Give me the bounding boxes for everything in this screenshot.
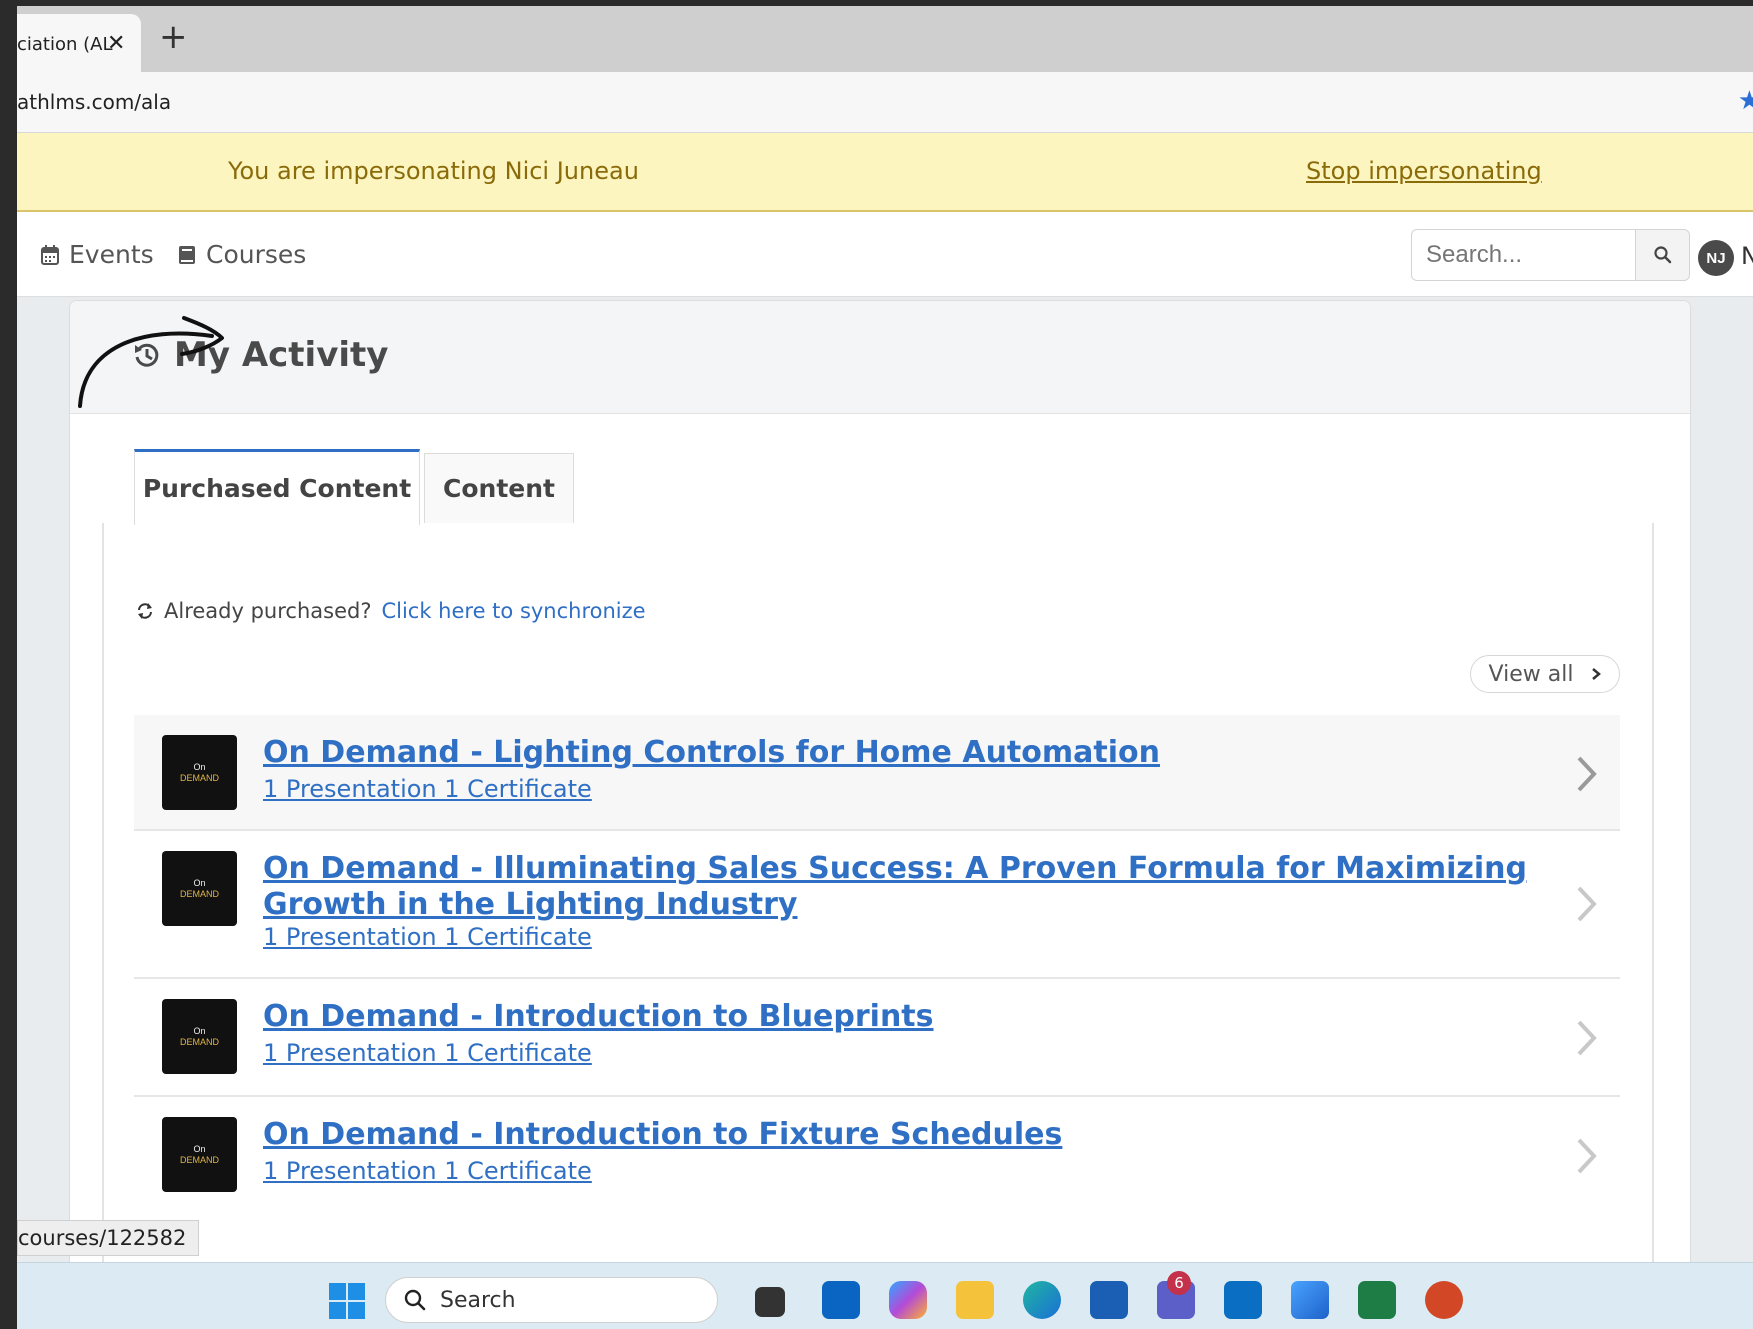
sync-icon: [138, 603, 152, 619]
page-title: My Activity: [132, 335, 388, 375]
teams-notification-badge: 6: [1167, 1271, 1191, 1295]
outlook-icon[interactable]: [822, 1281, 860, 1319]
photos-icon[interactable]: [1291, 1281, 1329, 1319]
copilot-icon[interactable]: [889, 1281, 927, 1319]
content-tabs: Purchased Content Content: [102, 449, 1650, 525]
history-icon: [135, 343, 159, 367]
task-view-icon[interactable]: [755, 1287, 785, 1317]
card-header: My Activity: [70, 301, 1690, 414]
chevron-right-icon: [1592, 668, 1602, 680]
taskbar-search-label: Search: [440, 1287, 516, 1313]
nav-events[interactable]: Events: [41, 240, 154, 269]
browser-tab-strip: ciation (AL ✕ +: [17, 6, 1753, 72]
browser-tab[interactable]: ciation (AL ✕: [17, 14, 141, 72]
list-item[interactable]: On DEMAND On Demand - Introduction to Blu…: [134, 979, 1620, 1097]
course-list: On DEMAND On Demand - Lighting Controls f…: [134, 715, 1620, 1213]
search-button[interactable]: [1635, 229, 1690, 281]
folder-icon[interactable]: [956, 1281, 994, 1319]
nav-courses[interactable]: Courses: [178, 240, 306, 269]
edge-icon[interactable]: [1023, 1281, 1061, 1319]
calendar-icon: [41, 244, 59, 265]
course-subtitle-link[interactable]: 1 Presentation 1 Certificate: [263, 775, 592, 803]
dell-icon[interactable]: [1224, 1281, 1262, 1319]
browser-tab-title: ciation (AL: [17, 34, 113, 55]
address-bar[interactable]: athlms.com/ala ★: [17, 72, 1753, 133]
nav-courses-label: Courses: [206, 240, 307, 269]
course-title-link[interactable]: On Demand - Introduction to Blueprints: [263, 999, 1533, 1035]
excel-icon[interactable]: [1358, 1281, 1396, 1319]
book-icon: [179, 245, 195, 264]
windows-start-icon[interactable]: [329, 1283, 365, 1319]
list-item[interactable]: On DEMAND On Demand - Lighting Controls f…: [134, 715, 1620, 831]
search-input[interactable]: [1411, 229, 1636, 281]
course-subtitle-link[interactable]: 1 Presentation 1 Certificate: [263, 1157, 592, 1185]
list-item[interactable]: On DEMAND On Demand - Introduction to Fix…: [134, 1097, 1620, 1213]
url-text[interactable]: athlms.com/ala: [17, 90, 171, 114]
status-bar-url: courses/122582: [17, 1220, 200, 1256]
on-demand-thumbnail: On DEMAND: [162, 999, 237, 1074]
impersonation-message: You are impersonating Nici Juneau: [228, 157, 639, 185]
tab-purchased-content[interactable]: Purchased Content: [134, 449, 420, 525]
course-title-link[interactable]: On Demand - Illuminating Sales Success: …: [263, 851, 1533, 923]
course-subtitle-link[interactable]: 1 Presentation 1 Certificate: [263, 923, 592, 951]
view-all-label: View all: [1488, 661, 1574, 687]
user-name[interactable]: N: [1741, 242, 1753, 270]
course-title-link[interactable]: On Demand - Introduction to Fixture Sche…: [263, 1117, 1533, 1153]
synchronize-link[interactable]: Click here to synchronize: [381, 599, 645, 623]
purchased-content-panel: Already purchased? Click here to synchro…: [102, 523, 1654, 1329]
bookmark-star-icon[interactable]: ★: [1738, 86, 1753, 116]
tab-content[interactable]: Content: [424, 453, 574, 523]
on-demand-thumbnail: On DEMAND: [162, 1117, 237, 1192]
impersonation-banner: You are impersonating Nici Juneau Stop i…: [17, 133, 1753, 212]
sync-line: Already purchased? Click here to synchro…: [136, 599, 646, 623]
nav-events-label: Events: [69, 240, 154, 269]
on-demand-thumbnail: On DEMAND: [162, 851, 237, 926]
my-activity-card: My Activity Purchased Content Content Al…: [69, 300, 1691, 1329]
chevron-right-icon: [1577, 886, 1597, 922]
on-demand-thumbnail: On DEMAND: [162, 735, 237, 810]
top-nav: Events Courses NJ N: [17, 212, 1753, 297]
avatar[interactable]: NJ: [1698, 240, 1734, 276]
sync-text: Already purchased?: [164, 599, 372, 623]
course-title-link[interactable]: On Demand - Lighting Controls for Home A…: [263, 735, 1533, 771]
taskbar: Search 6: [17, 1262, 1753, 1329]
store-icon[interactable]: [1090, 1281, 1128, 1319]
new-tab-button[interactable]: +: [159, 20, 188, 54]
search-icon: [404, 1289, 426, 1311]
taskbar-search[interactable]: Search: [385, 1277, 718, 1323]
stop-impersonating-link[interactable]: Stop impersonating: [1306, 157, 1542, 185]
chevron-right-icon: [1577, 1020, 1597, 1056]
chevron-right-icon: [1577, 756, 1597, 792]
view-all-button[interactable]: View all: [1470, 655, 1620, 693]
powerpoint-icon[interactable]: [1425, 1281, 1463, 1319]
screen: ciation (AL ✕ + athlms.com/ala ★ You are…: [17, 6, 1753, 1329]
course-subtitle-link[interactable]: 1 Presentation 1 Certificate: [263, 1039, 592, 1067]
list-item[interactable]: On DEMAND On Demand - Illuminating Sales …: [134, 831, 1620, 979]
page-title-text: My Activity: [174, 335, 389, 375]
chevron-right-icon: [1577, 1138, 1597, 1174]
search-icon: [1653, 246, 1671, 264]
close-tab-icon[interactable]: ✕: [107, 31, 125, 56]
